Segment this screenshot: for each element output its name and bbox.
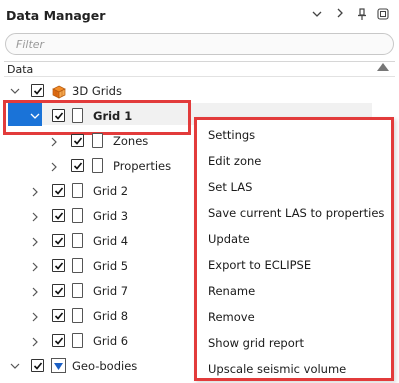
sort-ascending-icon[interactable] [377, 63, 389, 71]
tree-item-label: Zones [113, 134, 149, 148]
pin-icon[interactable] [355, 8, 369, 22]
chevron-right-icon[interactable] [28, 329, 42, 354]
tree-item-label: Grid 2 [93, 184, 129, 198]
tree-item-label: Grid 5 [93, 259, 129, 273]
data-manager-panel: Data Manager Data [0, 0, 399, 383]
checkbox-grid-2[interactable] [52, 184, 65, 197]
folder-icon [92, 158, 103, 173]
checkbox-zones[interactable] [71, 134, 84, 147]
filter-input[interactable] [5, 33, 394, 55]
tree-item-label: Grid 7 [93, 284, 129, 298]
menu-item-export-eclipse[interactable]: Export to ECLIPSE [208, 258, 311, 272]
grid-icon [72, 233, 83, 248]
chevron-down-icon[interactable] [310, 8, 324, 22]
menu-item-save-las-to-properties[interactable]: Save current LAS to properties [208, 206, 384, 220]
folder-icon [92, 133, 103, 148]
checkbox-geo-bodies[interactable] [31, 359, 44, 372]
menu-item-set-las[interactable]: Set LAS [208, 180, 252, 194]
geo-bodies-icon [51, 358, 66, 377]
chevron-right-icon[interactable] [333, 8, 347, 22]
menu-item-edit-zone[interactable]: Edit zone [208, 154, 261, 168]
tree-item-label: Grid 3 [93, 209, 129, 223]
tree-item-label: Grid 6 [93, 334, 129, 348]
grid-icon [72, 183, 83, 198]
checkbox-grid-3[interactable] [52, 209, 65, 222]
menu-item-remove[interactable]: Remove [208, 310, 255, 324]
tree-item-label: Grid 4 [93, 234, 129, 248]
grid-icon [72, 283, 83, 298]
menu-item-update[interactable]: Update [208, 232, 250, 246]
chevron-right-icon[interactable] [28, 254, 42, 279]
menu-item-rename[interactable]: Rename [208, 284, 255, 298]
title-bar: Data Manager [0, 0, 399, 30]
chevron-right-icon[interactable] [28, 179, 42, 204]
detach-icon[interactable] [376, 8, 390, 22]
context-menu: Settings Edit zone Set LAS Save current … [194, 117, 394, 381]
checkbox-grid-4[interactable] [52, 234, 65, 247]
chevron-right-icon[interactable] [28, 279, 42, 304]
grid-icon [72, 333, 83, 348]
checkbox-grid-7[interactable] [52, 284, 65, 297]
chevron-right-icon[interactable] [47, 129, 61, 154]
column-header[interactable]: Data [4, 61, 395, 77]
menu-item-upscale-seismic-volume[interactable]: Upscale seismic volume [208, 362, 346, 376]
tree-item-label: Grid 8 [93, 309, 129, 323]
checkbox-grid-5[interactable] [52, 259, 65, 272]
chevron-down-icon[interactable] [8, 354, 22, 379]
grid-icon [72, 308, 83, 323]
chevron-right-icon[interactable] [28, 229, 42, 254]
tree-item-label: 3D Grids [72, 84, 122, 98]
menu-item-show-grid-report[interactable]: Show grid report [208, 336, 304, 350]
tree-item-label: Properties [113, 159, 172, 173]
chevron-right-icon[interactable] [28, 204, 42, 229]
grid-icon [72, 258, 83, 273]
grid-icon [72, 208, 83, 223]
checkbox-3d-grids[interactable] [31, 84, 44, 97]
chevron-right-icon[interactable] [28, 304, 42, 329]
tree-item-label: Geo-bodies [72, 359, 138, 373]
chevron-right-icon[interactable] [47, 154, 61, 179]
menu-item-settings[interactable]: Settings [208, 128, 255, 142]
checkbox-properties[interactable] [71, 159, 84, 172]
column-header-label: Data [7, 63, 34, 76]
checkbox-grid-6[interactable] [52, 334, 65, 347]
checkbox-grid-8[interactable] [52, 309, 65, 322]
panel-title: Data Manager [6, 8, 106, 23]
